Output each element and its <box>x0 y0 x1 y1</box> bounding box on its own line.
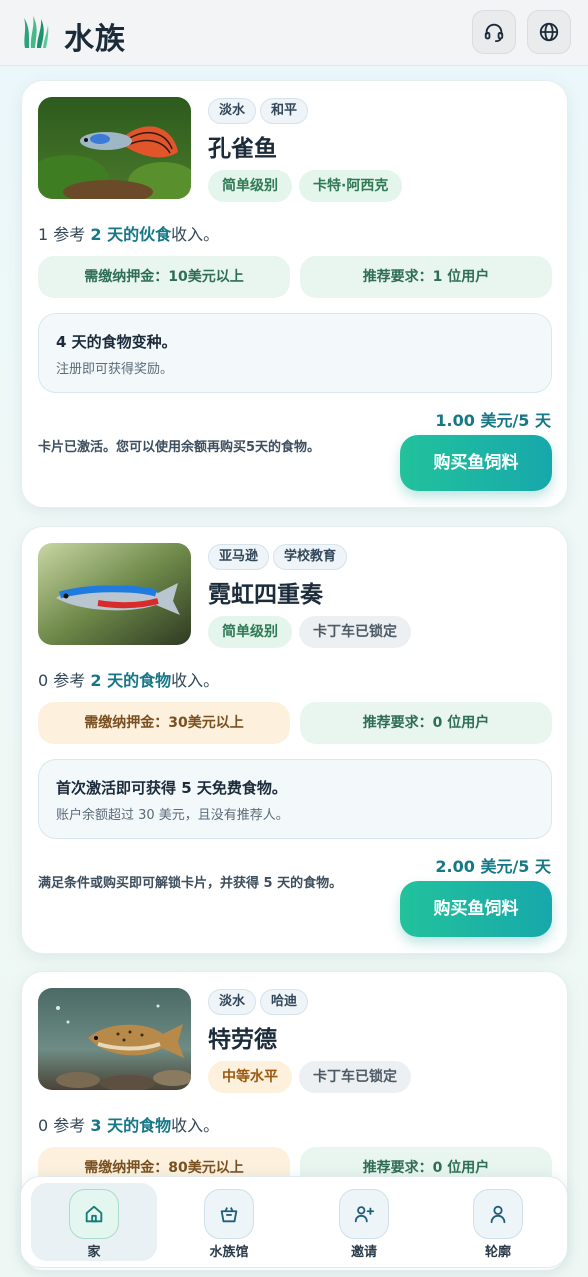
card-status-text: 满足条件或购买即可解锁卡片，并获得 5 天的食物。 <box>38 876 343 891</box>
tag: 哈迪 <box>260 989 309 1015</box>
deposit-requirement: 需缴纳押金：30美元以上 <box>38 702 290 744</box>
fish-title: 孔雀鱼 <box>208 136 277 162</box>
nav-item-home[interactable]: 家 <box>31 1183 157 1261</box>
nav-label: 家 <box>87 1245 101 1260</box>
nav-label: 水族馆 <box>209 1245 249 1260</box>
app-title: 水族 <box>64 22 126 57</box>
home-icon <box>85 1205 103 1223</box>
tag: 学校教育 <box>273 544 348 570</box>
income-text: 0 参考 2 天的食物收入。 <box>38 671 220 690</box>
nav-label: 轮廓 <box>484 1245 511 1260</box>
fish-image <box>38 988 191 1090</box>
fish-title: 霓虹四重奏 <box>208 582 323 608</box>
card-status-text: 卡片已激活。您可以使用余额再购买5天的食物。 <box>38 440 321 455</box>
add-user-icon <box>354 1206 375 1223</box>
top-bar: 水族 <box>0 0 588 66</box>
fish-title: 特劳德 <box>208 1027 277 1053</box>
bonus-title: 4 天的食物变种。 <box>56 333 177 351</box>
basket-icon <box>220 1207 238 1223</box>
price-label: 2.00 美元/5 天 <box>435 857 551 876</box>
locked-pill: 卡丁车已锁定 <box>299 616 411 648</box>
fish-image <box>38 97 191 199</box>
bonus-subtitle: 账户余额超过 30 美元，且没有推荐人。 <box>56 808 289 823</box>
bonus-title: 首次激活即可获得 5 天免费食物。 <box>56 779 287 797</box>
level-badge: 中等水平 <box>208 1061 292 1093</box>
bonus-info-box: 4 天的食物变种。 注册即可获得奖励。 <box>38 313 552 393</box>
referral-requirement: 推荐要求：1 位用户 <box>300 256 552 298</box>
buy-fish-food-button[interactable]: 购买鱼饲料 <box>400 881 552 937</box>
level-badge: 简单级别 <box>208 170 292 202</box>
seaweed-logo-icon <box>24 16 49 48</box>
nav-label: 邀请 <box>350 1245 377 1260</box>
locked-pill: 卡丁车已锁定 <box>299 1061 411 1093</box>
bonus-info-box: 首次激活即可获得 5 天免费食物。 账户余额超过 30 美元，且没有推荐人。 <box>38 759 552 839</box>
tag: 和平 <box>260 98 309 124</box>
tag: 淡水 <box>208 989 257 1015</box>
price-label: 1.00 美元/5 天 <box>435 411 551 430</box>
income-text: 1 参考 2 天的伙食收入。 <box>38 225 220 244</box>
tag: 淡水 <box>208 98 257 124</box>
language-button[interactable] <box>527 10 571 54</box>
status-pill: 卡特·阿西克 <box>299 170 403 202</box>
fish-card: 淡水 和平 孔雀鱼 简单级别 卡特·阿西克 1 参考 2 天的伙食收入。 需缴纳… <box>21 80 568 508</box>
bonus-subtitle: 注册即可获得奖励。 <box>56 362 174 377</box>
headset-icon <box>484 23 504 43</box>
globe-icon <box>539 22 559 42</box>
user-icon <box>490 1205 506 1224</box>
referral-requirement: 推荐要求：0 位用户 <box>300 702 552 744</box>
nav-item-invite[interactable]: 邀请 <box>301 1183 427 1261</box>
nav-item-aquarium[interactable]: 水族馆 <box>166 1183 292 1261</box>
tag: 亚马逊 <box>208 544 270 570</box>
fish-image <box>38 543 191 645</box>
buy-fish-food-button[interactable]: 购买鱼饲料 <box>400 435 552 491</box>
fish-card: 亚马逊 学校教育 霓虹四重奏 简单级别 卡丁车已锁定 0 参考 2 天的食物收入… <box>21 526 568 954</box>
nav-item-profile[interactable]: 轮廓 <box>435 1183 561 1261</box>
support-button[interactable] <box>472 10 516 54</box>
deposit-requirement: 需缴纳押金：10美元以上 <box>38 256 290 298</box>
income-text: 0 参考 3 天的食物收入。 <box>38 1116 220 1135</box>
level-badge: 简单级别 <box>208 616 292 648</box>
bottom-navigation: 家 水族馆 邀请 轮廓 <box>20 1176 568 1268</box>
